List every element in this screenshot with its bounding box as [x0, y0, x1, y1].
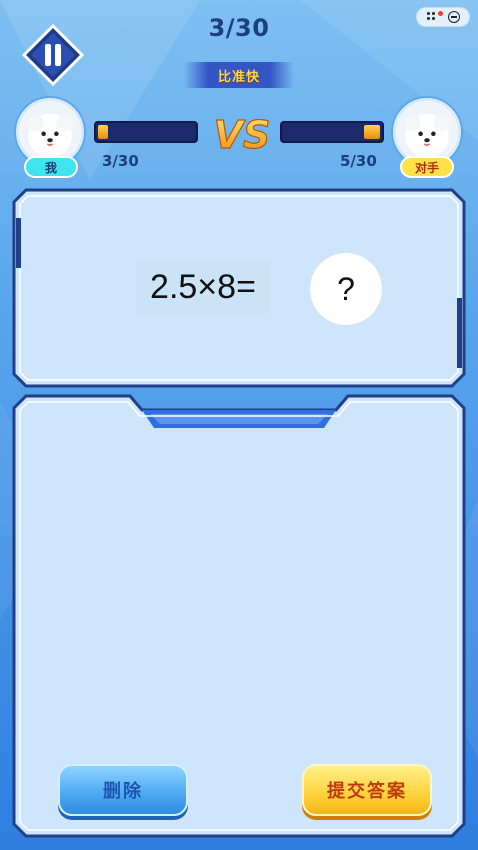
- question-equation: 2.5×8=: [136, 260, 270, 314]
- mode-badge: 比准快: [184, 62, 294, 88]
- opponent-tag: 对手: [400, 156, 454, 178]
- my-score: 3/30: [102, 152, 139, 170]
- mode-label: 比准快: [217, 69, 260, 85]
- opponent-progress-fill: [364, 125, 380, 139]
- my-progress-bar: [94, 121, 198, 143]
- submit-answer-button[interactable]: 提交答案: [302, 764, 432, 816]
- pause-button[interactable]: [21, 23, 85, 87]
- my-progress-fill: [98, 125, 108, 139]
- answer-display: ?: [310, 253, 382, 325]
- vs-emblem: VS: [212, 104, 272, 162]
- opponent-progress-bar: [280, 121, 384, 143]
- delete-button[interactable]: 删除: [58, 764, 188, 816]
- opponent-score: 5/30: [340, 152, 377, 170]
- pause-icon: [21, 23, 85, 87]
- my-tag: 我: [24, 156, 78, 178]
- vs-label: VS: [214, 113, 271, 157]
